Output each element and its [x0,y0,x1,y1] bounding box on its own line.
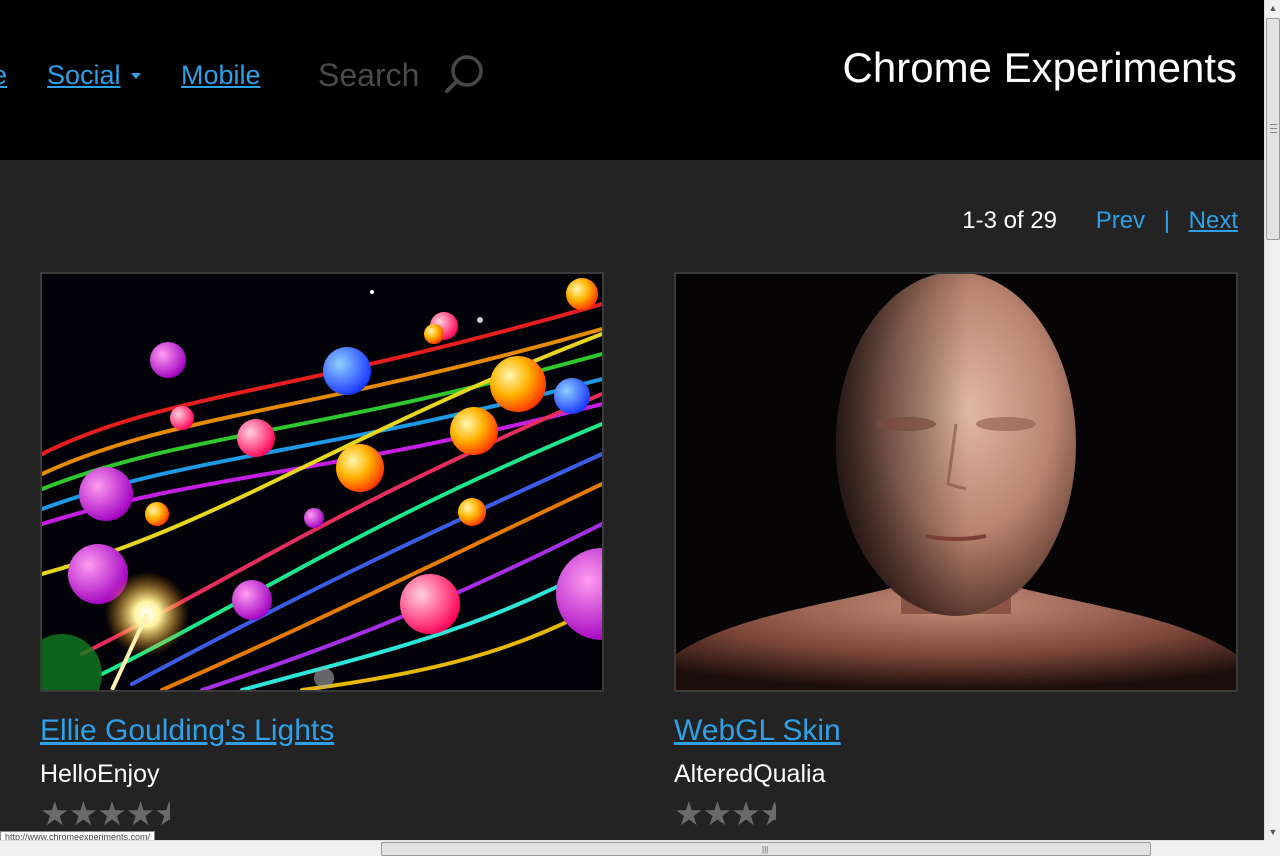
scroll-up-arrow-icon[interactable]: ▲ [1265,0,1280,16]
vertical-scroll-thumb[interactable] [1266,18,1280,240]
scrollbar-corner [1264,840,1280,856]
grip-icon: ||| [762,845,769,854]
nav-link-partial[interactable]: e [0,60,7,91]
star-icon: ★ [731,795,761,832]
pagination: 1-3 of 29 Prev | Next [962,207,1238,235]
star-icon: ★ [674,795,704,832]
star-icon: ★ [125,795,156,832]
star-icon: ★ [97,795,127,832]
experiment-author: HelloEnjoy [40,760,160,788]
half-star-icon: ★ [154,797,171,830]
nav-link-social[interactable]: Social [47,60,121,91]
site-title: Chrome Experiments [842,44,1237,91]
horizontal-scroll-thumb[interactable]: ||| [381,842,1151,856]
status-bar-url: http://www.chromeexperiments.com/ [0,831,156,840]
experiment-thumbnail[interactable] [40,272,604,692]
horizontal-scrollbar[interactable]: ||| [0,840,1264,856]
vertical-scrollbar[interactable]: ▲ ▼ [1264,0,1280,840]
star-icon: ★ [68,795,99,832]
skin-artwork [676,274,1236,690]
experiment-author: AlteredQualia [674,760,826,788]
next-page-link[interactable]: Next [1189,207,1238,234]
browser-viewport: e Social Mobile Chrome Experiments 1-3 o… [0,0,1264,840]
experiment-card: WebGL Skin AlteredQualia ★★★★ [674,272,1238,830]
search-input[interactable] [318,55,438,95]
pagination-count: 1-3 of 29 [962,207,1058,234]
lights-artwork [42,274,602,690]
prev-page-link[interactable]: Prev [1096,207,1145,234]
pagination-separator: | [1163,207,1170,234]
experiment-thumbnail[interactable] [674,272,1238,692]
star-icon: ★ [40,795,70,832]
star-icon: ★ [702,795,733,832]
star-rating[interactable]: ★★★★★ [40,797,604,830]
experiment-title-link[interactable]: WebGL Skin [674,714,1238,748]
nav-link-mobile[interactable]: Mobile [181,60,261,91]
search-icon[interactable] [440,52,488,96]
experiment-card: Ellie Goulding's Lights HelloEnjoy ★★★★★ [40,272,604,830]
star-rating[interactable]: ★★★★ [674,797,1238,830]
half-star-icon: ★ [759,797,776,830]
grip-icon [1270,124,1277,133]
scroll-down-arrow-icon[interactable]: ▼ [1265,824,1280,840]
experiment-title-link[interactable]: Ellie Goulding's Lights [40,714,604,748]
site-header: e Social Mobile Chrome Experiments [0,0,1264,160]
chevron-down-icon[interactable] [131,73,141,79]
